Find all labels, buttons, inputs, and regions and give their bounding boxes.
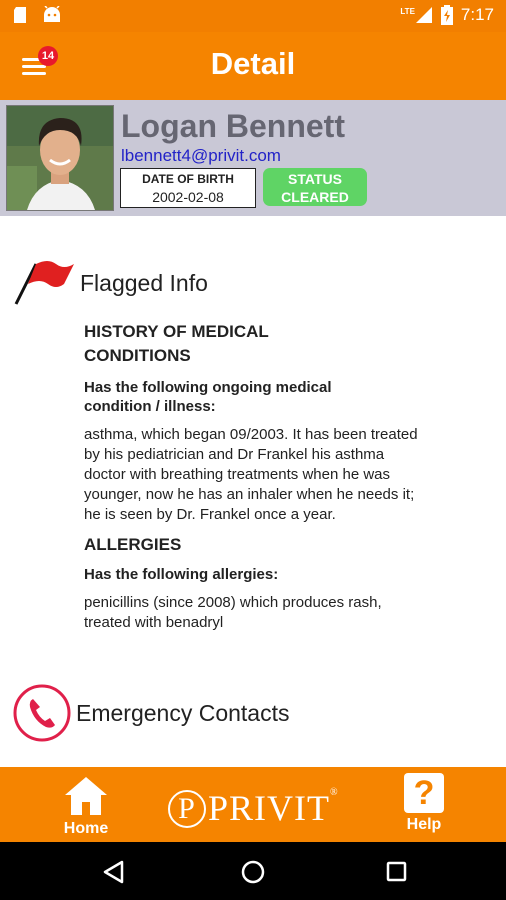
athlete-name: Logan Bennett: [121, 108, 345, 144]
status-label: STATUS: [288, 171, 342, 187]
battery-icon: [440, 5, 453, 25]
flagged-info-title: Flagged Info: [80, 269, 208, 296]
signal-icon: [415, 7, 432, 23]
avatar: [6, 105, 114, 211]
medical-history-heading: HISTORY OF MEDICAL CONDITIONS: [84, 322, 269, 365]
privit-logo-mark: P: [168, 789, 206, 828]
registered-mark: ®: [330, 787, 339, 798]
back-icon[interactable]: [102, 860, 124, 884]
home-circle-icon[interactable]: [241, 860, 265, 884]
help-button[interactable]: ? Help: [398, 773, 450, 834]
sd-card-icon: [14, 7, 26, 23]
status-bar: LTE 7:17: [0, 0, 506, 32]
help-icon: ?: [404, 773, 444, 813]
profile-card: Logan Bennett lbennett4@privit.com DATE …: [0, 100, 506, 216]
allergies-subheading: Has the following allergies:: [84, 566, 279, 583]
clock: 7:17: [460, 5, 494, 24]
home-label: Home: [63, 820, 109, 837]
allergies-heading: ALLERGIES: [84, 535, 182, 554]
medical-condition-subheading: Has the following ongoing medical condit…: [84, 379, 332, 415]
recents-icon[interactable]: [386, 861, 407, 882]
home-button[interactable]: Home: [60, 775, 112, 838]
phone-icon: [13, 684, 71, 742]
medical-history-block: HISTORY OF MEDICAL CONDITIONS Has the fo…: [84, 320, 444, 633]
emergency-contacts-header[interactable]: Emergency Contacts: [12, 683, 289, 743]
dob-label: DATE OF BIRTH: [142, 172, 234, 186]
android-icon: [44, 6, 60, 22]
home-icon: [65, 777, 107, 815]
help-label: Help: [406, 816, 442, 833]
medical-condition-text: asthma, which began 09/2003. It has been…: [84, 426, 418, 523]
date-of-birth-box: DATE OF BIRTH 2002-02-08: [120, 168, 256, 208]
athlete-email-link[interactable]: lbennett4@privit.com: [121, 146, 281, 166]
privit-logo: P PRIVIT®: [168, 787, 339, 829]
status-badge: STATUS CLEARED: [263, 168, 367, 206]
emergency-contacts-title: Emergency Contacts: [76, 699, 290, 726]
app-bar: 14 Detail: [0, 32, 506, 100]
page-title: Detail: [210, 46, 296, 81]
flagged-info-header: Flagged Info: [12, 258, 208, 308]
brand-name: PRIVIT: [208, 788, 330, 828]
network-type: LTE: [400, 6, 415, 16]
dob-value: 2002-02-08: [152, 189, 224, 205]
system-nav-bar: [0, 842, 506, 900]
status-value: CLEARED: [281, 189, 349, 205]
allergies-text: penicillins (since 2008) which produces …: [84, 594, 382, 631]
bottom-nav: Home P PRIVIT® ? Help: [0, 767, 506, 842]
flag-icon: [14, 261, 74, 305]
